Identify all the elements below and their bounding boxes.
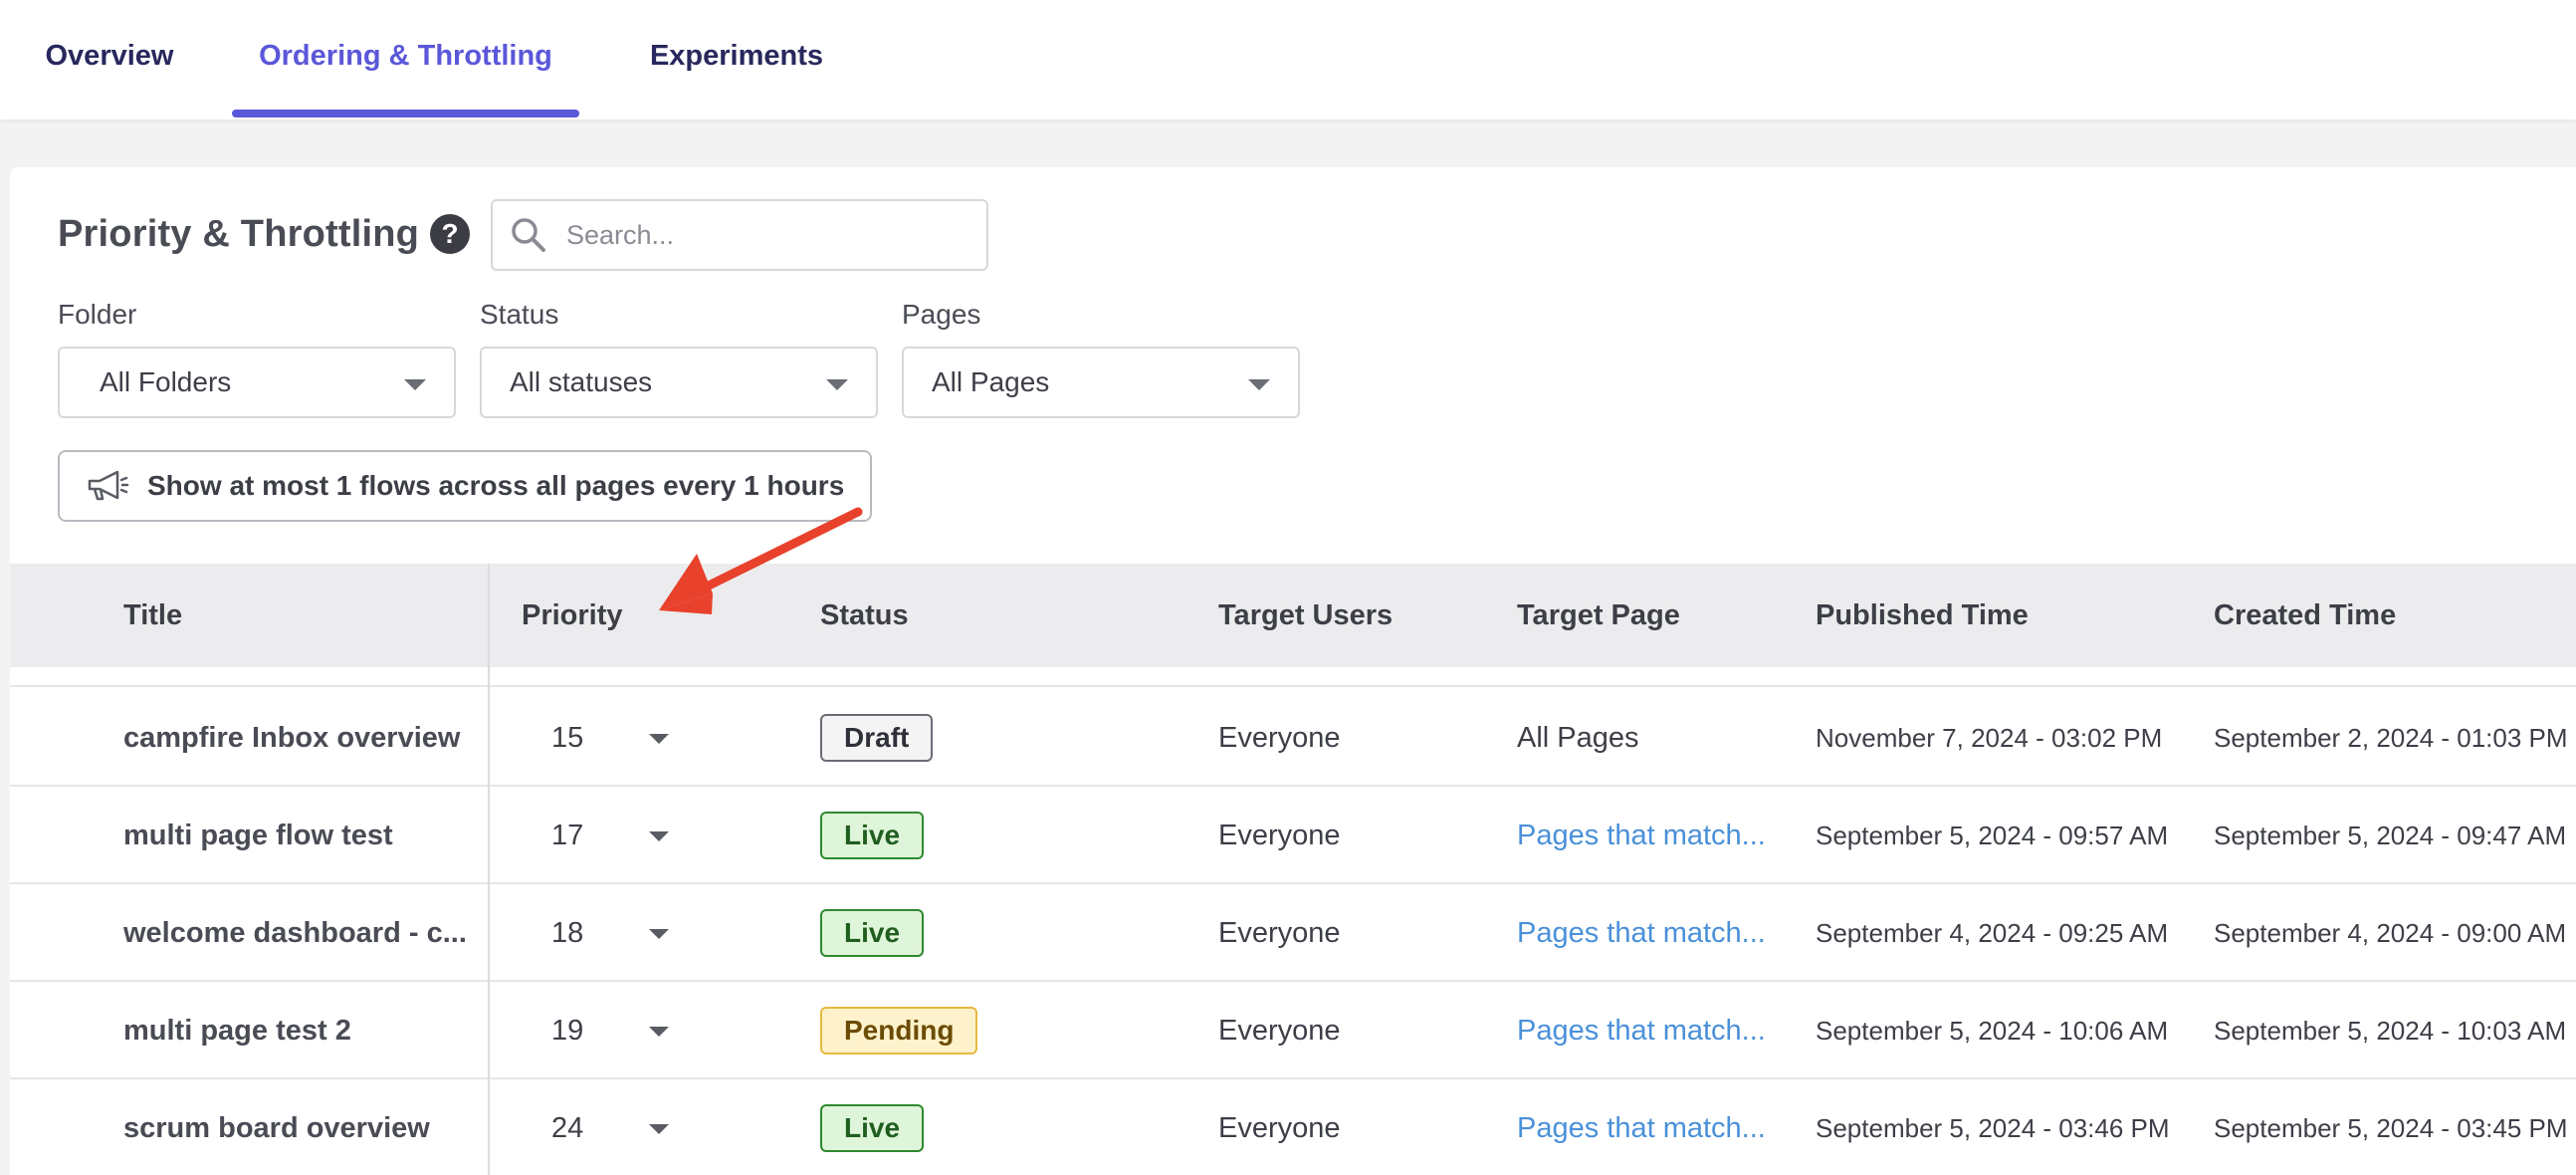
row-priority: 19 <box>551 1014 584 1047</box>
table-row[interactable]: welcome dashboard - c... 18 Live Everyon… <box>10 884 2576 982</box>
row-title[interactable]: welcome dashboard - c... <box>123 884 467 982</box>
search-icon <box>512 218 545 252</box>
row-published-time: November 7, 2024 - 03:02 PM <box>1816 722 2163 753</box>
chevron-down-icon <box>404 379 426 390</box>
row-title[interactable]: multi page flow test <box>123 787 393 884</box>
table-spacer <box>10 667 2576 687</box>
row-target-page-link[interactable]: Pages that match... <box>1517 1079 1766 1175</box>
tab-ordering-throttling-label: Ordering & Throttling <box>259 39 552 72</box>
chevron-down-icon <box>826 379 848 390</box>
row-created-time: September 5, 2024 - 10:03 AM <box>2214 1015 2567 1046</box>
column-header-priority[interactable]: Priority <box>522 564 623 667</box>
row-target-users: Everyone <box>1218 1111 1341 1144</box>
active-tab-indicator <box>232 110 579 118</box>
row-target-page: All Pages <box>1517 721 1639 754</box>
row-priority: 15 <box>551 721 584 754</box>
row-target-page-link[interactable]: Pages that match... <box>1517 884 1766 982</box>
tab-ordering-throttling[interactable]: Ordering & Throttling <box>232 0 579 119</box>
row-target-users: Everyone <box>1218 1014 1341 1047</box>
table-row[interactable]: campfire Inbox overview 15 Draft Everyon… <box>10 689 2576 787</box>
priority-dropdown-icon[interactable] <box>649 929 669 939</box>
priority-dropdown-icon[interactable] <box>649 1124 669 1134</box>
status-badge: Live <box>820 1104 925 1152</box>
column-header-target-users[interactable]: Target Users <box>1218 564 1393 667</box>
page-title: Priority & Throttling <box>58 213 420 255</box>
table-header: Title Priority Status Target Users Targe… <box>10 564 2576 667</box>
priority-dropdown-icon[interactable] <box>649 734 669 744</box>
status-badge: Draft <box>820 714 934 762</box>
status-badge: Live <box>820 812 925 859</box>
row-created-time: September 5, 2024 - 03:45 PM <box>2214 1112 2568 1143</box>
tab-overview-label: Overview <box>45 39 174 72</box>
row-published-time: September 5, 2024 - 09:57 AM <box>1816 820 2169 850</box>
row-target-page-link[interactable]: Pages that match... <box>1517 787 1766 884</box>
status-badge: Pending <box>820 1007 978 1055</box>
row-created-time: September 4, 2024 - 09:00 AM <box>2214 917 2567 948</box>
table-row[interactable]: multi page test 2 19 Pending Everyone Pa… <box>10 982 2576 1079</box>
folder-select-value: All Folders <box>100 366 232 397</box>
table-row[interactable]: scrum board overview 24 Live Everyone Pa… <box>10 1079 2576 1175</box>
chevron-down-icon <box>1248 379 1270 390</box>
row-title[interactable]: campfire Inbox overview <box>123 689 460 787</box>
status-select[interactable]: All statuses <box>480 347 878 418</box>
row-published-time: September 4, 2024 - 09:25 AM <box>1816 917 2169 948</box>
row-target-page-link[interactable]: Pages that match... <box>1517 982 1766 1079</box>
row-created-time: September 2, 2024 - 01:03 PM <box>2214 722 2568 753</box>
row-target-users: Everyone <box>1218 819 1341 851</box>
status-badge: Live <box>820 909 925 957</box>
top-tab-bar: Overview Ordering & Throttling Experimen… <box>0 0 2576 119</box>
pages-select[interactable]: All Pages <box>902 347 1300 418</box>
pages-filter-label: Pages <box>902 299 981 330</box>
column-header-published-time[interactable]: Published Time <box>1816 564 2029 667</box>
search-input[interactable] <box>566 219 965 251</box>
megaphone-icon <box>88 470 129 501</box>
row-published-time: September 5, 2024 - 03:46 PM <box>1816 1112 2170 1143</box>
column-header-status[interactable]: Status <box>820 564 909 667</box>
throttle-settings-button[interactable]: Show at most 1 flows across all pages ev… <box>58 450 872 522</box>
tab-experiments[interactable]: Experiments <box>637 0 836 119</box>
row-target-users: Everyone <box>1218 721 1341 754</box>
column-header-title[interactable]: Title <box>123 564 182 667</box>
priority-throttling-panel: Priority & Throttling ? Folder All Folde… <box>10 167 2576 1175</box>
tab-overview[interactable]: Overview <box>20 0 199 119</box>
pages-select-value: All Pages <box>932 366 1050 397</box>
status-filter-label: Status <box>480 299 559 330</box>
folder-select[interactable]: All Folders <box>58 347 456 418</box>
table-row[interactable]: multi page flow test 17 Live Everyone Pa… <box>10 787 2576 884</box>
row-priority: 17 <box>551 819 584 851</box>
folder-filter-label: Folder <box>58 299 137 330</box>
row-priority: 18 <box>551 916 584 949</box>
status-select-value: All statuses <box>510 366 653 397</box>
help-icon[interactable]: ? <box>430 214 470 254</box>
column-header-target-page[interactable]: Target Page <box>1517 564 1680 667</box>
priority-dropdown-icon[interactable] <box>649 831 669 841</box>
row-title[interactable]: multi page test 2 <box>123 982 351 1079</box>
throttle-settings-label: Show at most 1 flows across all pages ev… <box>147 470 845 501</box>
row-title[interactable]: scrum board overview <box>123 1079 430 1175</box>
row-published-time: September 5, 2024 - 10:06 AM <box>1816 1015 2169 1046</box>
search-box <box>491 199 988 271</box>
priority-dropdown-icon[interactable] <box>649 1027 669 1037</box>
column-header-created-time[interactable]: Created Time <box>2214 564 2396 667</box>
column-divider <box>488 564 490 1175</box>
row-target-users: Everyone <box>1218 916 1341 949</box>
row-priority: 24 <box>551 1111 584 1144</box>
tab-experiments-label: Experiments <box>649 39 824 72</box>
row-created-time: September 5, 2024 - 09:47 AM <box>2214 820 2567 850</box>
